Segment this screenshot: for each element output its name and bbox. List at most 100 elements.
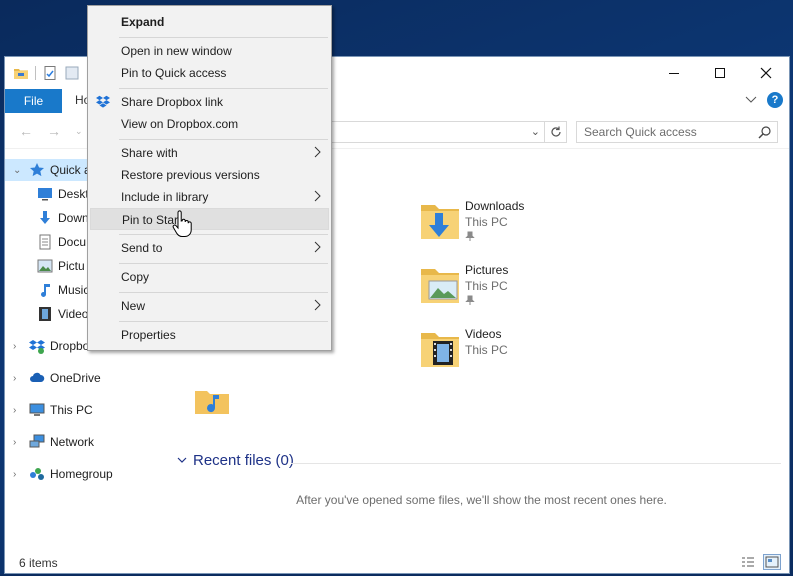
minimize-button[interactable] bbox=[651, 57, 697, 89]
folder-location: This PC bbox=[465, 215, 508, 229]
download-arrow-icon bbox=[40, 211, 50, 224]
film-icon bbox=[39, 307, 51, 321]
nav-label: Quick a bbox=[50, 163, 91, 177]
expand-chevron-icon[interactable]: › bbox=[13, 469, 21, 480]
folder-tile-pictures[interactable]: Pictures This PC bbox=[419, 259, 619, 315]
menu-item-expand[interactable]: Expand bbox=[90, 11, 329, 33]
menu-label: Expand bbox=[121, 15, 165, 29]
submenu-arrow-icon bbox=[314, 241, 321, 253]
nav-label: Deskt bbox=[58, 187, 89, 201]
help-icon[interactable]: ? bbox=[767, 92, 783, 108]
address-dropdown-icon[interactable]: ⌄ bbox=[531, 125, 540, 138]
expand-chevron-icon[interactable]: › bbox=[13, 437, 21, 448]
menu-separator bbox=[119, 321, 328, 322]
menu-separator bbox=[119, 88, 328, 89]
tiles-view-button[interactable] bbox=[763, 554, 781, 570]
details-view-icon bbox=[742, 557, 754, 567]
expand-chevron-icon[interactable]: › bbox=[13, 373, 21, 384]
recent-locations-chevron-icon[interactable]: ⌄ bbox=[75, 123, 83, 139]
menu-separator bbox=[119, 234, 328, 235]
quick-access-toolbar bbox=[13, 65, 80, 81]
menu-item-include-library[interactable]: Include in library bbox=[90, 186, 329, 208]
expand-chevron-icon[interactable]: › bbox=[13, 341, 21, 352]
folder-tile-videos[interactable]: Videos This PC bbox=[419, 323, 619, 379]
dropbox-icon bbox=[29, 340, 45, 354]
properties-icon[interactable] bbox=[42, 65, 58, 81]
nav-label: Dropbo bbox=[50, 339, 90, 353]
menu-separator bbox=[119, 292, 328, 293]
menu-item-pin-start[interactable]: Pin to Start bbox=[90, 208, 329, 230]
expand-ribbon-chevron-icon[interactable] bbox=[745, 96, 757, 104]
menu-label: Properties bbox=[121, 328, 176, 342]
refresh-button[interactable] bbox=[544, 122, 566, 142]
music-icon bbox=[41, 284, 50, 297]
nav-item-this-pc[interactable]: › This PC bbox=[5, 399, 162, 421]
new-folder-icon[interactable] bbox=[64, 65, 80, 81]
menu-item-open-new-window[interactable]: Open in new window bbox=[90, 40, 329, 62]
navigation-arrows: ← → ⌄ bbox=[19, 123, 83, 139]
back-arrow-icon[interactable]: ← bbox=[19, 123, 33, 139]
menu-item-share-with[interactable]: Share with bbox=[90, 142, 329, 164]
minimize-icon bbox=[669, 73, 679, 74]
folder-location: This PC bbox=[465, 279, 508, 293]
menu-item-new[interactable]: New bbox=[90, 295, 329, 317]
close-button[interactable] bbox=[743, 57, 789, 89]
menu-item-share-dropbox-link[interactable]: Share Dropbox link bbox=[90, 91, 329, 113]
tiles-view-icon bbox=[765, 556, 779, 568]
expand-chevron-icon[interactable]: › bbox=[13, 405, 21, 416]
folder-location: This PC bbox=[465, 343, 508, 357]
search-input[interactable]: Search Quick access bbox=[576, 121, 778, 143]
address-bar[interactable]: ⌄ bbox=[331, 121, 567, 143]
window-controls bbox=[651, 57, 789, 89]
maximize-button[interactable] bbox=[697, 57, 743, 89]
pictures-folder-icon bbox=[421, 269, 459, 303]
cloud-icon bbox=[30, 372, 45, 382]
menu-label: Share with bbox=[121, 146, 178, 160]
menu-item-copy[interactable]: Copy bbox=[90, 266, 329, 288]
nav-item-network[interactable]: › Network bbox=[5, 431, 162, 453]
menu-separator bbox=[119, 139, 328, 140]
nav-label: Video bbox=[58, 307, 89, 321]
submenu-arrow-icon bbox=[314, 146, 321, 158]
collapse-chevron-icon[interactable]: ⌄ bbox=[13, 165, 21, 176]
folder-app-icon bbox=[14, 69, 28, 79]
network-icon bbox=[29, 434, 45, 448]
menu-label: Restore previous versions bbox=[121, 168, 260, 182]
menu-item-view-dropbox[interactable]: View on Dropbox.com bbox=[90, 113, 329, 135]
qat-separator bbox=[35, 66, 36, 80]
submenu-arrow-icon bbox=[314, 299, 321, 311]
menu-label: New bbox=[121, 299, 146, 313]
menu-label: Send to bbox=[121, 241, 163, 255]
details-view-button[interactable] bbox=[739, 554, 757, 570]
menu-label: Share Dropbox link bbox=[121, 95, 224, 109]
menu-label: View on Dropbox.com bbox=[121, 117, 239, 131]
section-divider bbox=[291, 463, 781, 464]
folder-name: Downloads bbox=[465, 199, 525, 213]
empty-recent-message: After you've opened some files, we'll sh… bbox=[296, 493, 667, 507]
menu-item-restore-versions[interactable]: Restore previous versions bbox=[90, 164, 329, 186]
folder-tile-downloads[interactable]: Downloads This PC bbox=[419, 195, 619, 251]
nav-label: Down bbox=[58, 211, 89, 225]
computer-icon bbox=[29, 403, 45, 416]
menu-item-send-to[interactable]: Send to bbox=[90, 237, 329, 259]
view-toggle-group bbox=[739, 554, 781, 570]
pin-icon bbox=[465, 231, 475, 241]
recent-files-header[interactable]: Recent files (0) bbox=[177, 452, 294, 469]
menu-separator bbox=[119, 263, 328, 264]
nav-label: Music bbox=[58, 283, 90, 297]
nav-label: Homegroup bbox=[50, 467, 113, 481]
nav-item-homegroup[interactable]: › Homegroup bbox=[5, 463, 162, 485]
status-bar: 6 items bbox=[5, 551, 789, 573]
menu-label: Include in library bbox=[121, 190, 209, 204]
tab-file[interactable]: File bbox=[5, 89, 62, 113]
document-icon bbox=[39, 234, 51, 250]
menu-item-pin-quick-access[interactable]: Pin to Quick access bbox=[90, 62, 329, 84]
pin-icon bbox=[465, 295, 475, 305]
folder-name: Videos bbox=[465, 327, 502, 341]
nav-label: Docu bbox=[58, 235, 87, 249]
forward-arrow-icon[interactable]: → bbox=[47, 123, 61, 139]
nav-item-onedrive[interactable]: › OneDrive bbox=[5, 367, 162, 389]
recent-files-label: Recent files (0) bbox=[193, 452, 294, 469]
menu-label: Pin to Quick access bbox=[121, 66, 227, 80]
menu-item-properties[interactable]: Properties bbox=[90, 324, 329, 346]
